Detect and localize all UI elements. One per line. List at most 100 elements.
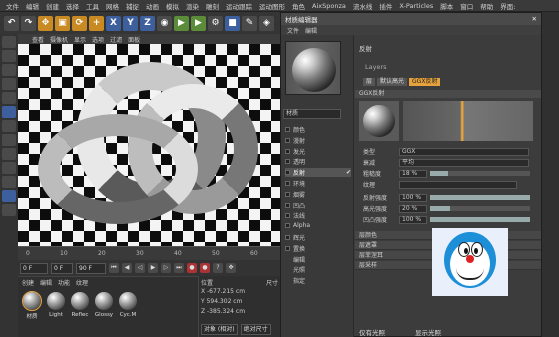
channel-item[interactable]: 法线 bbox=[285, 211, 351, 220]
tab-ggx-reflection[interactable]: GGX反射 bbox=[409, 78, 441, 86]
rough-field[interactable]: 18 % bbox=[399, 169, 427, 178]
channel-checkbox[interactable] bbox=[285, 202, 290, 208]
coord-y-field[interactable]: Y 594.302 cm bbox=[201, 298, 278, 308]
menu-item[interactable]: 文件 bbox=[6, 1, 19, 11]
menu-item[interactable]: 工具 bbox=[86, 1, 99, 11]
show-light-checkbox[interactable]: 显示光照 bbox=[415, 327, 441, 337]
channel-checkbox[interactable] bbox=[285, 170, 290, 176]
close-icon[interactable]: ✕ bbox=[532, 15, 537, 23]
model-mode-icon[interactable] bbox=[2, 36, 16, 48]
material-name-field[interactable]: 材质 bbox=[283, 109, 341, 119]
bump-row[interactable]: 凹凸强度 100 % bbox=[363, 215, 539, 224]
workplane-icon[interactable] bbox=[2, 148, 16, 160]
menu-item[interactable]: 动画 bbox=[146, 1, 159, 11]
menu-item[interactable]: 编辑 bbox=[26, 1, 39, 11]
render-picture-icon[interactable]: ▶ bbox=[191, 15, 206, 31]
coord-z-field[interactable]: Z -385.324 cm bbox=[201, 308, 278, 318]
keyframe-icon[interactable]: ? bbox=[213, 263, 223, 273]
refl-row[interactable]: 反射强度 100 % bbox=[363, 193, 539, 202]
spec-slider[interactable] bbox=[430, 206, 530, 211]
next-frame-icon[interactable]: ▷ bbox=[161, 263, 171, 273]
prev-frame-icon[interactable]: ◁ bbox=[135, 263, 145, 273]
texture-row[interactable]: 纹理 bbox=[363, 180, 539, 189]
viewport-menu-item[interactable]: 面板 bbox=[128, 35, 140, 44]
channel-item[interactable]: 漫射 bbox=[285, 136, 351, 145]
play-icon[interactable]: ▶ bbox=[148, 263, 158, 273]
texture-mode-icon[interactable] bbox=[2, 50, 16, 62]
channel-checkbox[interactable] bbox=[285, 191, 290, 197]
only-light-checkbox[interactable]: 仅有光照 bbox=[359, 327, 385, 337]
channel-checkbox[interactable] bbox=[285, 181, 290, 186]
channel-checkbox[interactable] bbox=[285, 127, 290, 132]
channel-item[interactable]: 凹凸 bbox=[285, 201, 351, 210]
motion-icon[interactable]: ✥ bbox=[226, 263, 236, 273]
layout-icon[interactable] bbox=[2, 204, 16, 216]
autokey-icon[interactable]: ● bbox=[200, 263, 210, 273]
rotate-tool-icon[interactable]: ⟳ bbox=[72, 15, 87, 31]
channel-item[interactable]: 透明 bbox=[285, 157, 351, 166]
channel-checkbox[interactable] bbox=[285, 245, 290, 251]
channel-item[interactable]: 光照 bbox=[285, 265, 351, 274]
viewport-menu-item[interactable]: 摄像机 bbox=[50, 35, 68, 44]
menu-item[interactable]: 插件 bbox=[379, 1, 392, 11]
menu-item[interactable]: 界面: bbox=[500, 1, 515, 11]
material-swatch[interactable]: Reflec bbox=[70, 292, 90, 320]
channel-item[interactable]: 编辑 bbox=[285, 255, 351, 264]
subdivision-icon[interactable]: ◈ bbox=[259, 15, 274, 31]
channel-item[interactable]: 环境 bbox=[285, 179, 351, 188]
timeline-ruler[interactable]: 0 10 20 30 40 50 60 bbox=[18, 246, 280, 260]
axis-z-button[interactable]: Z bbox=[140, 15, 155, 31]
start-frame-field[interactable]: 0 F bbox=[20, 262, 48, 274]
viewport-menu-item[interactable]: 选项 bbox=[92, 35, 104, 44]
end-frame-field[interactable]: 90 F bbox=[76, 262, 106, 274]
channel-item[interactable]: 颜色 bbox=[285, 125, 351, 134]
size-mode-select[interactable]: 绝对尺寸 bbox=[240, 324, 271, 335]
add-icon[interactable]: + bbox=[89, 15, 104, 31]
material-menu-item[interactable]: 创建 bbox=[22, 278, 34, 287]
texture-slot[interactable] bbox=[399, 180, 517, 189]
channel-checkbox[interactable] bbox=[285, 137, 290, 143]
rough-row[interactable]: 粗糙度 18 % bbox=[363, 169, 539, 178]
material-swatch[interactable]: Cyc.M bbox=[118, 292, 138, 320]
channel-checkbox[interactable] bbox=[285, 235, 290, 240]
type-select[interactable]: GGX bbox=[399, 147, 529, 156]
record-icon[interactable]: ● bbox=[187, 263, 197, 273]
refl-slider[interactable] bbox=[430, 195, 530, 200]
render-settings-icon[interactable]: ⚙ bbox=[208, 15, 223, 31]
tab-layer[interactable]: 层 bbox=[363, 78, 376, 86]
viewport-menu-item[interactable]: 查看 bbox=[32, 35, 44, 44]
points-mode-icon[interactable] bbox=[2, 64, 16, 76]
refl-field[interactable]: 100 % bbox=[399, 193, 427, 202]
menu-item[interactable]: 渲染 bbox=[186, 1, 199, 11]
scale-tool-icon[interactable]: ▣ bbox=[55, 15, 70, 31]
viewport-menu-item[interactable]: 显示 bbox=[74, 35, 86, 44]
cube-icon[interactable]: ■ bbox=[225, 15, 240, 31]
material-menu-item[interactable]: 功能 bbox=[58, 278, 70, 287]
snap-icon[interactable] bbox=[2, 134, 16, 146]
channel-item[interactable]: 烟雾 bbox=[285, 190, 351, 199]
prev-key-icon[interactable]: ◀ bbox=[122, 263, 132, 273]
tab-default-specular[interactable]: 默认高光 bbox=[377, 78, 408, 86]
material-swatch[interactable]: 材质 bbox=[22, 291, 42, 320]
channel-item[interactable]: 发光 bbox=[285, 147, 351, 156]
viewport[interactable] bbox=[18, 44, 280, 246]
channel-item[interactable]: 置换 bbox=[285, 244, 351, 253]
bump-slider[interactable] bbox=[430, 217, 530, 222]
viewport-menu-item[interactable]: 过滤 bbox=[110, 35, 122, 44]
undo-icon[interactable]: ↶ bbox=[4, 15, 19, 31]
menu-item[interactable]: 角色 bbox=[292, 1, 305, 11]
type-row[interactable]: 类型 GGX bbox=[363, 147, 539, 156]
channel-checkbox[interactable] bbox=[285, 213, 290, 219]
menu-item[interactable]: 创建 bbox=[46, 1, 59, 11]
menu-item[interactable]: 窗口 bbox=[460, 1, 473, 11]
menu-item[interactable]: X-Particles bbox=[399, 2, 433, 10]
atten-select[interactable]: 平均 bbox=[399, 158, 529, 167]
redo-icon[interactable]: ↷ bbox=[21, 15, 36, 31]
axis-mode-icon[interactable] bbox=[2, 106, 16, 118]
channel-checkbox[interactable] bbox=[285, 159, 290, 165]
edges-mode-icon[interactable] bbox=[2, 78, 16, 90]
channel-item[interactable]: 辉光 bbox=[285, 233, 351, 242]
lock-icon[interactable] bbox=[2, 162, 16, 174]
menu-item[interactable]: 模拟 bbox=[166, 1, 179, 11]
material-menu-item[interactable]: 纹理 bbox=[76, 278, 88, 287]
